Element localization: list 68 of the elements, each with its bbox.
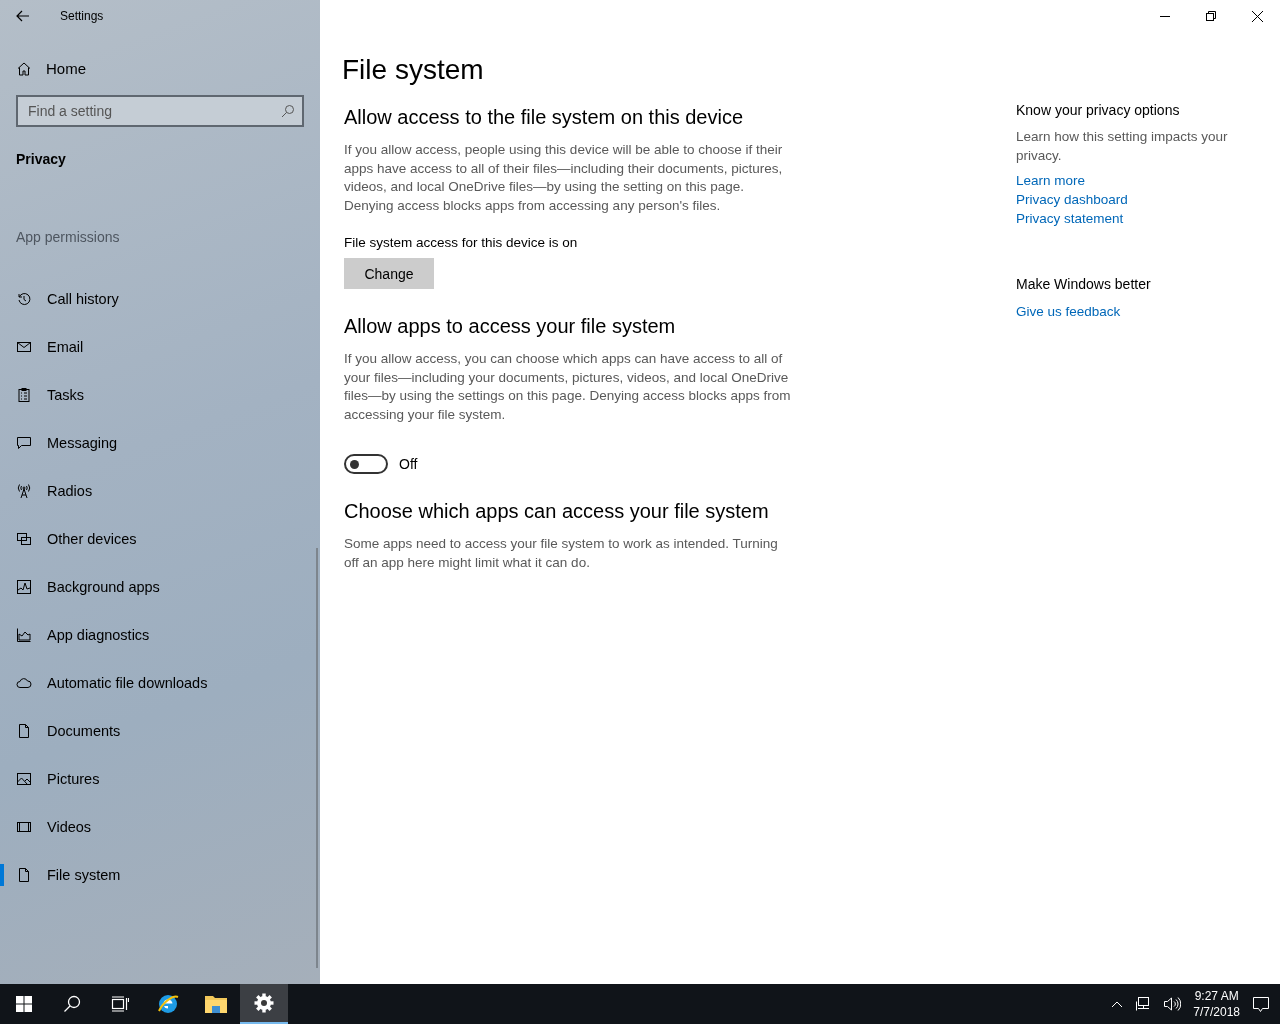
clipboard-icon: [16, 387, 32, 403]
aside-text: Learn how this setting impacts your privacy.: [1016, 128, 1229, 165]
devices-icon: [16, 531, 32, 547]
speaker-icon: [1163, 996, 1182, 1012]
history-icon: [16, 291, 32, 307]
gear-icon: [254, 993, 274, 1013]
taskbar-button[interactable]: [240, 984, 288, 1024]
home-icon: [16, 60, 32, 77]
section-heading: Allow access to the file system on this device: [344, 106, 745, 129]
sidebar-item[interactable]: File system: [0, 851, 320, 899]
area-chart-icon: [16, 627, 32, 643]
section-description: If you allow access, you can choose which apps can have access to all of your files—including your documents, pictures, videos, and local OneDrive files—by using the settings on this page. Denying access blocks apps from accessing your file system.: [344, 350, 792, 424]
browser-e-icon: [156, 992, 180, 1016]
search-icon: [281, 104, 295, 118]
clock[interactable]: 9:27 AM 7/7/2018: [1193, 988, 1240, 1020]
link[interactable]: Privacy statement: [1016, 209, 1124, 228]
sidebar-item[interactable]: Messaging: [0, 419, 320, 467]
group-label: App permissions: [16, 229, 121, 245]
film-icon: [16, 819, 32, 835]
sidebar-item[interactable]: Pictures: [0, 755, 320, 803]
network-icon: [1135, 996, 1152, 1012]
speech-bubble-icon: [16, 435, 32, 451]
back-arrow-icon: [16, 10, 30, 22]
sidebar-item[interactable]: Email: [0, 323, 320, 371]
sidebar-item[interactable]: Radios: [0, 467, 320, 515]
page-title: File system: [342, 54, 485, 86]
document-icon: [16, 723, 32, 739]
picture-icon: [16, 771, 32, 787]
envelope-icon: [16, 339, 32, 355]
activity-icon: [16, 579, 32, 595]
link[interactable]: Learn more: [1016, 171, 1086, 190]
sidebar-item[interactable]: Automatic file downloads: [0, 659, 320, 707]
search-field[interactable]: Find a setting: [16, 95, 304, 127]
toggle-label: Off: [399, 456, 418, 472]
back-button[interactable]: [16, 10, 30, 22]
category-heading: Privacy: [16, 151, 67, 167]
sidebar-item[interactable]: Call history: [0, 275, 320, 323]
sidebar-item[interactable]: Other devices: [0, 515, 320, 563]
section-heading: Choose which apps can access your file system: [344, 500, 770, 523]
sidebar-item[interactable]: Documents: [0, 707, 320, 755]
link[interactable]: Privacy dashboard: [1016, 190, 1128, 209]
aside-heading: Know your privacy options: [1016, 102, 1181, 118]
close-icon: [1251, 10, 1263, 22]
window-title: Settings: [60, 9, 104, 23]
notification-icon: [1252, 995, 1270, 1013]
change-button[interactable]: Change: [344, 258, 434, 289]
toggle-switch[interactable]: [344, 454, 388, 474]
sidebar-item[interactable]: Tasks: [0, 371, 320, 419]
section-description: If you allow access, people using this device will be able to choose if their apps have access to all of their files—including their documents, pictures, videos, and local OneDrive files—by using the setting on this page. Denying access blocks apps from accessing any person's files.: [344, 141, 784, 215]
aside-heading: Make Windows better: [1016, 276, 1152, 292]
sidebar-item[interactable]: App diagnostics: [0, 611, 320, 659]
link[interactable]: Give us feedback: [1016, 302, 1121, 321]
folder-icon: [204, 994, 228, 1014]
home-link[interactable]: Home: [16, 56, 86, 81]
scrollbar[interactable]: [316, 548, 318, 968]
chevron-up-icon: [1111, 1000, 1124, 1008]
status-text: File system access for this device is on: [344, 235, 579, 250]
restore-icon: [1206, 11, 1216, 21]
search-icon: [63, 995, 81, 1013]
section-description: Some apps need to access your file system to work as intended. Turning off an app here might limit what it can do.: [344, 535, 779, 572]
task-view-icon: [111, 996, 129, 1012]
cloud-icon: [16, 675, 32, 691]
section-heading: Allow apps to access your file system: [344, 315, 677, 338]
sidebar-item[interactable]: Background apps: [0, 563, 320, 611]
windows-icon: [16, 996, 32, 1012]
sidebar-item[interactable]: Videos: [0, 803, 320, 851]
document-icon: [16, 867, 32, 883]
antenna-icon: [16, 483, 32, 499]
